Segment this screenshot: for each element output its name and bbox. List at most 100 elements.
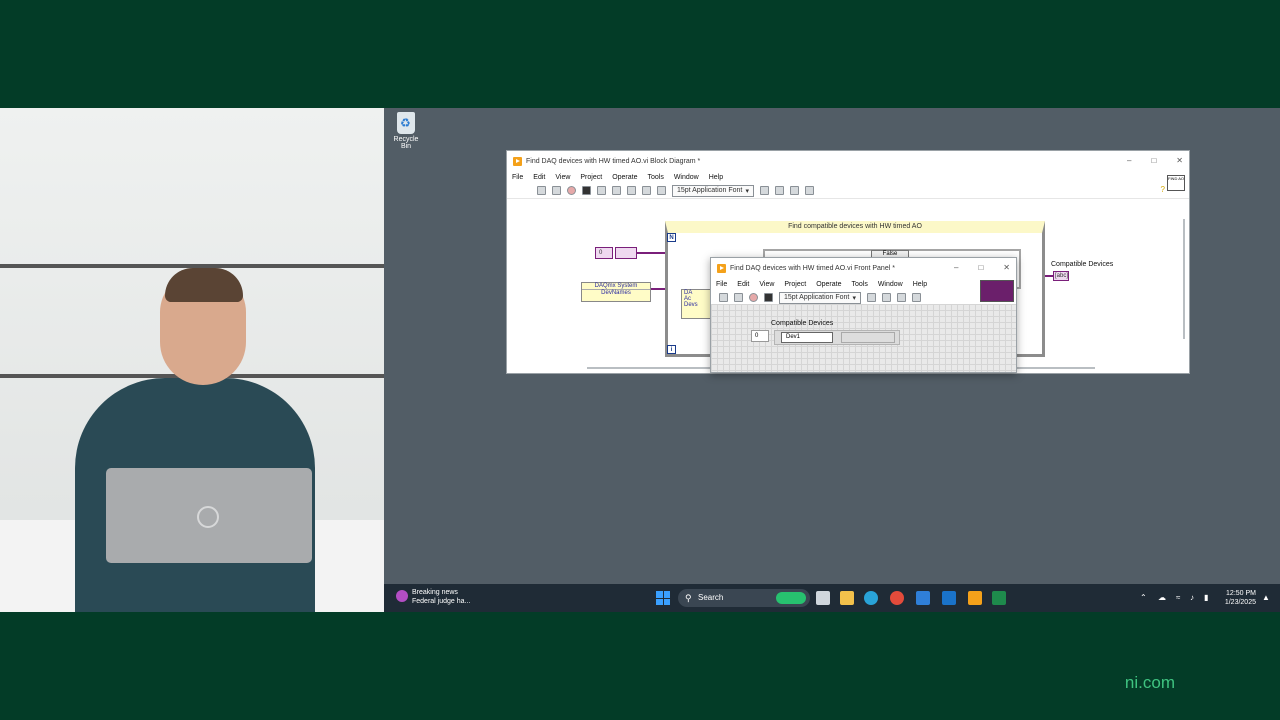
file-explorer-icon[interactable] — [840, 591, 854, 605]
video-frame: Recycle Bin Find DAQ devices with HW tim… — [0, 0, 1280, 720]
step-over-icon[interactable] — [642, 186, 651, 195]
block-diagram-toolbar: 15pt Application Font ▾ — [507, 183, 1189, 199]
notification-icon[interactable]: ▲ — [1262, 593, 1270, 602]
maximize-icon[interactable]: □ — [1151, 156, 1156, 165]
run-icon[interactable] — [537, 186, 546, 195]
menu-project[interactable]: Project — [784, 281, 806, 288]
vertical-scrollbar[interactable] — [1183, 219, 1185, 339]
menu-help[interactable]: Help — [709, 174, 723, 181]
battery-icon[interactable]: ▮ — [1204, 593, 1208, 602]
minimize-icon[interactable]: – — [1127, 156, 1131, 165]
front-panel-canvas[interactable]: Compatible Devices 0 Dev1 — [711, 304, 1016, 372]
inner-property-node[interactable]: DA Ac Devs — [681, 289, 711, 319]
teams-icon[interactable] — [916, 591, 930, 605]
menu-tools[interactable]: Tools — [647, 174, 663, 181]
menu-window[interactable]: Window — [878, 281, 903, 288]
array-label: Compatible Devices — [771, 320, 834, 327]
run-continuously-icon[interactable] — [734, 293, 743, 302]
cleanup-diagram-icon[interactable] — [805, 186, 814, 195]
menu-operate[interactable]: Operate — [612, 174, 637, 181]
recycle-bin[interactable]: Recycle Bin — [388, 112, 424, 150]
news-subtitle: Federal judge ha... — [412, 598, 471, 605]
onedrive-icon[interactable]: ☁ — [1158, 593, 1166, 602]
windows-start-icon[interactable] — [656, 591, 670, 605]
menu-project[interactable]: Project — [580, 174, 602, 181]
array-element-empty — [841, 332, 895, 343]
clock-date: 1/23/2025 — [1224, 599, 1256, 606]
maximize-icon[interactable]: □ — [978, 263, 983, 272]
labview-taskbar-icon[interactable] — [968, 591, 982, 605]
news-widget-icon[interactable] — [396, 590, 408, 602]
highlight-execution-icon[interactable] — [597, 186, 606, 195]
search-placeholder: Search — [698, 593, 724, 602]
compatible-devices-indicator[interactable]: [abc] — [1053, 271, 1069, 281]
outlook-icon[interactable] — [942, 591, 956, 605]
reorder-icon[interactable] — [912, 293, 921, 302]
front-panel-menubar: File Edit View Project Operate Tools Win… — [711, 278, 1016, 290]
vi-icon[interactable] — [980, 280, 1014, 302]
resize-objects-icon[interactable] — [897, 293, 906, 302]
front-panel-window[interactable]: Find DAQ devices with HW timed AO.vi Fro… — [710, 257, 1017, 373]
array-constant[interactable] — [615, 247, 637, 259]
loop-count-terminal[interactable]: N — [667, 233, 676, 242]
loop-iteration-terminal[interactable]: i — [667, 345, 676, 354]
pause-icon[interactable] — [582, 186, 591, 195]
minimize-icon[interactable]: – — [954, 263, 958, 272]
front-panel-titlebar[interactable]: Find DAQ devices with HW timed AO.vi Fro… — [711, 258, 1016, 278]
array-element-value[interactable]: Dev1 — [781, 332, 833, 343]
abort-icon[interactable] — [749, 293, 758, 302]
news-title: Breaking news — [412, 589, 458, 596]
compatible-devices-indicator-label: Compatible Devices — [1051, 261, 1114, 268]
menu-view[interactable]: View — [759, 281, 774, 288]
vi-connector-icon[interactable]: FIND AO — [1167, 175, 1185, 191]
pause-icon[interactable] — [764, 293, 773, 302]
volume-icon[interactable]: ♪ — [1190, 593, 1194, 602]
retain-wire-values-icon[interactable] — [612, 186, 621, 195]
abort-icon[interactable] — [567, 186, 576, 195]
close-icon[interactable]: ✕ — [1176, 156, 1183, 165]
menu-file[interactable]: File — [716, 281, 727, 288]
menu-window[interactable]: Window — [674, 174, 699, 181]
array-index-control[interactable]: 0 — [751, 330, 769, 342]
excel-icon[interactable] — [992, 591, 1006, 605]
run-icon[interactable] — [719, 293, 728, 302]
menu-view[interactable]: View — [555, 174, 570, 181]
menu-operate[interactable]: Operate — [816, 281, 841, 288]
reorder-icon[interactable] — [790, 186, 799, 195]
distribute-objects-icon[interactable] — [882, 293, 891, 302]
task-view-icon[interactable] — [816, 591, 830, 605]
array-wire — [637, 252, 665, 254]
menu-edit[interactable]: Edit — [533, 174, 545, 181]
run-continuously-icon[interactable] — [552, 186, 561, 195]
align-objects-icon[interactable] — [760, 186, 769, 195]
news-widget[interactable]: Breaking news Federal judge ha... — [412, 588, 470, 606]
wifi-icon[interactable]: ≈ — [1176, 593, 1180, 602]
chevron-up-icon[interactable]: ⌃ — [1140, 593, 1147, 602]
block-diagram-menubar: File Edit View Project Operate Tools Win… — [507, 171, 1189, 183]
align-objects-icon[interactable] — [867, 293, 876, 302]
brand-url[interactable]: ni.com — [1125, 673, 1175, 693]
close-icon[interactable]: ✕ — [1003, 263, 1010, 272]
menu-tools[interactable]: Tools — [851, 281, 867, 288]
constant-zero[interactable]: 0 — [595, 247, 613, 259]
distribute-objects-icon[interactable] — [775, 186, 784, 195]
edge-icon[interactable] — [864, 591, 878, 605]
step-out-icon[interactable] — [657, 186, 666, 195]
search-highlight-badge — [776, 592, 806, 604]
clock[interactable]: 12:50 PM 1/23/2025 — [1225, 589, 1256, 607]
block-diagram-title: Find DAQ devices with HW timed AO.vi Blo… — [526, 157, 701, 165]
block-diagram-titlebar[interactable]: Find DAQ devices with HW timed AO.vi Blo… — [507, 151, 1189, 171]
menu-edit[interactable]: Edit — [737, 281, 749, 288]
menu-file[interactable]: File — [512, 174, 523, 181]
font-select[interactable]: 15pt Application Font ▾ — [672, 184, 754, 197]
clock-time: 12:50 PM — [1226, 590, 1256, 597]
menu-help[interactable]: Help — [913, 281, 927, 288]
step-into-icon[interactable] — [627, 186, 636, 195]
chrome-icon[interactable] — [890, 591, 904, 605]
taskbar-search[interactable]: ⚲ Search — [678, 589, 810, 607]
font-select[interactable]: 15pt Application Font ▾ — [779, 291, 861, 304]
devnames-wire — [651, 288, 665, 290]
daqmx-system-property-node[interactable]: DAQmx System DevNames — [581, 282, 651, 302]
connector-text: FIND AO — [1168, 176, 1185, 181]
context-help-icon[interactable]: ? — [1161, 185, 1165, 194]
